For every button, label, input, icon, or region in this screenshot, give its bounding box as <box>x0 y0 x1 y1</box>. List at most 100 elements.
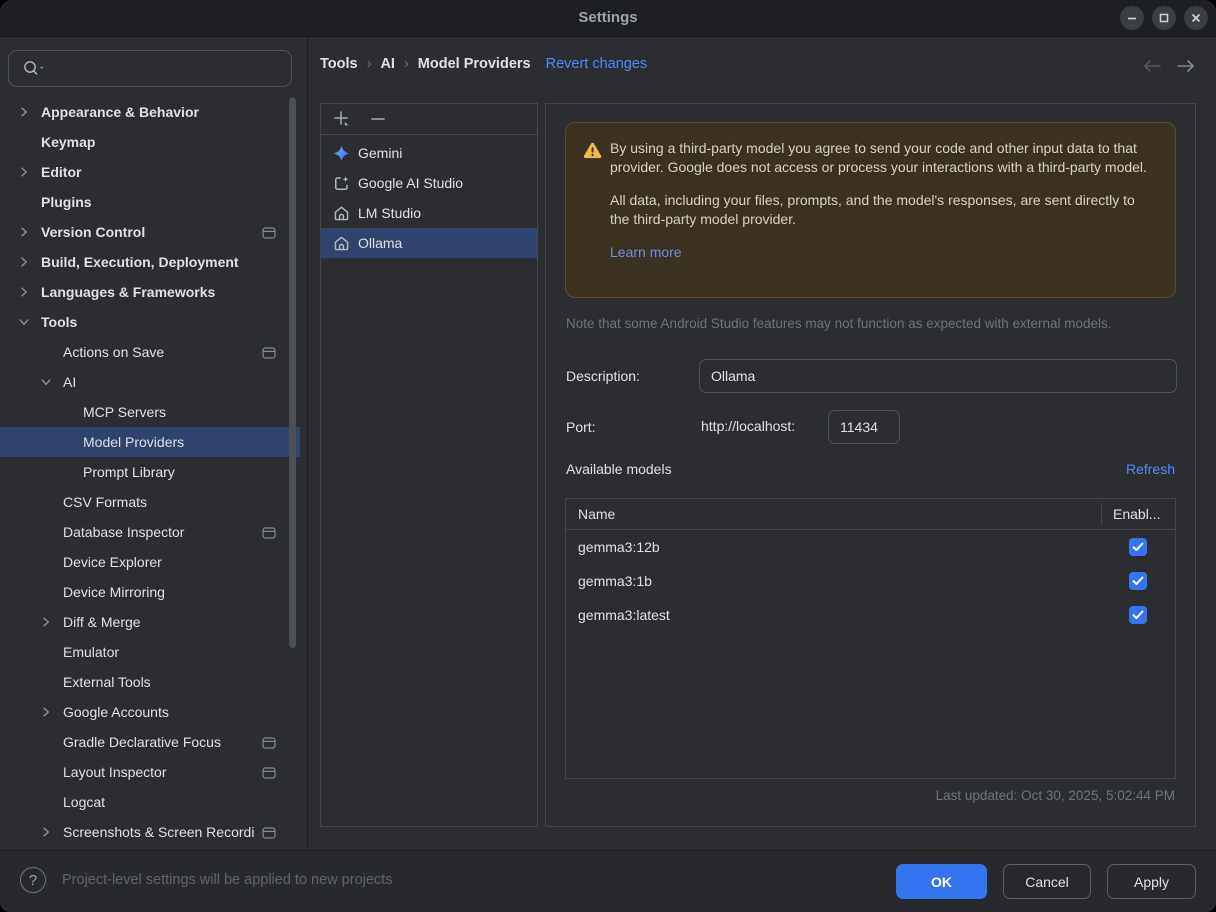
forward-arrow-icon[interactable] <box>1176 56 1196 76</box>
sidebar-item-diff-merge[interactable]: Diff & Merge <box>0 607 300 637</box>
learn-more-link[interactable]: Learn more <box>610 244 682 260</box>
search-input[interactable] <box>53 52 287 87</box>
breadcrumb-model-providers[interactable]: Model Providers <box>418 56 531 72</box>
sidebar-item-label: Device Mirroring <box>63 584 165 600</box>
add-provider-button[interactable] <box>333 110 351 128</box>
sidebar-item-google-accounts[interactable]: Google Accounts <box>0 697 300 727</box>
settings-tree: Appearance & BehaviorKeymap Editor Plugins… <box>0 97 300 847</box>
sidebar-item-label: Layout Inspector <box>63 764 167 780</box>
chevron-down-icon[interactable] <box>36 374 56 390</box>
sidebar-item-label: Build, Execution, Deployment <box>41 254 239 270</box>
model-enabled-checkbox[interactable] <box>1129 538 1147 556</box>
model-row-gemma3-1b[interactable]: gemma3:1b <box>566 564 1175 598</box>
sidebar-item-label: Gradle Declarative Focus <box>63 734 221 750</box>
models-table-header: Name Enabl... <box>566 499 1175 530</box>
home-icon <box>332 204 350 222</box>
description-field[interactable] <box>699 359 1177 393</box>
provider-item-ollama[interactable]: Ollama <box>321 228 537 258</box>
back-arrow-icon[interactable] <box>1142 56 1162 76</box>
chevron-right-icon[interactable] <box>14 164 34 180</box>
sidebar-item-plugins[interactable]: Plugins <box>0 187 300 217</box>
sidebar-item-ai[interactable]: AI <box>0 367 300 397</box>
sidebar-item-build-execution-deployment[interactable]: Build, Execution, Deployment <box>0 247 300 277</box>
sidebar-item-layout-inspector[interactable]: Layout Inspector <box>0 757 300 787</box>
sidebar-item-logcat[interactable]: Logcat <box>0 787 300 817</box>
sidebar-item-database-inspector[interactable]: Database Inspector <box>0 517 300 547</box>
sidebar-item-label: MCP Servers <box>83 404 166 420</box>
chevron-right-icon[interactable] <box>14 224 34 240</box>
sidebar-item-label: Actions on Save <box>63 344 164 360</box>
cancel-button[interactable]: Cancel <box>1003 864 1091 899</box>
chevron-right-icon[interactable] <box>14 284 34 300</box>
warning-text: By using a third-party model you agree t… <box>610 139 1153 262</box>
model-row-gemma3-12b[interactable]: gemma3:12b <box>566 530 1175 564</box>
provider-item-google-ai-studio[interactable]: Google AI Studio <box>321 168 537 198</box>
sidebar-item-gradle-declarative-focus[interactable]: Gradle Declarative Focus <box>0 727 300 757</box>
sidebar-item-languages-frameworks[interactable]: Languages & Frameworks <box>0 277 300 307</box>
sidebar-item-label: Tools <box>41 314 77 330</box>
maximize-button[interactable] <box>1152 6 1176 30</box>
help-icon[interactable]: ? <box>20 867 46 893</box>
sidebar-item-mcp-servers[interactable]: MCP Servers <box>0 397 300 427</box>
sidebar-item-keymap[interactable]: Keymap <box>0 127 300 157</box>
close-button[interactable] <box>1184 6 1208 30</box>
refresh-link[interactable]: Refresh <box>1126 461 1175 477</box>
provider-item-gemini[interactable]: Gemini <box>321 138 537 168</box>
sidebar-item-tools[interactable]: Tools <box>0 307 300 337</box>
sidebar-item-editor[interactable]: Editor <box>0 157 300 187</box>
sidebar-item-external-tools[interactable]: External Tools <box>0 667 300 697</box>
chevron-down-icon[interactable] <box>14 314 34 330</box>
model-row-gemma3-latest[interactable]: gemma3:latest <box>566 598 1175 632</box>
chevron-spacer <box>36 554 56 570</box>
model-name: gemma3:12b <box>566 539 660 555</box>
search-box[interactable] <box>8 50 292 87</box>
chevron-spacer <box>36 764 56 780</box>
breadcrumb-tools[interactable]: Tools <box>320 56 358 72</box>
port-field[interactable] <box>828 410 900 444</box>
ok-button[interactable]: OK <box>896 864 987 899</box>
minimize-button[interactable] <box>1120 6 1144 30</box>
sidebar-divider <box>307 37 308 850</box>
sidebar-item-prompt-library[interactable]: Prompt Library <box>0 457 300 487</box>
remove-provider-button[interactable] <box>369 110 387 128</box>
model-name: gemma3:latest <box>566 607 670 623</box>
breadcrumb-separator: › <box>367 56 372 72</box>
apply-button[interactable]: Apply <box>1107 864 1196 899</box>
sidebar-item-csv-formats[interactable]: CSV Formats <box>0 487 300 517</box>
sidebar-item-emulator[interactable]: Emulator <box>0 637 300 667</box>
ide-settings-icon <box>262 766 276 782</box>
sidebar-item-label: Model Providers <box>83 434 184 450</box>
chevron-right-icon[interactable] <box>36 704 56 720</box>
sidebar-item-model-providers[interactable]: Model Providers <box>0 427 300 457</box>
provider-detail-panel: By using a third-party model you agree t… <box>545 103 1196 827</box>
sidebar-item-actions-on-save[interactable]: Actions on Save <box>0 337 300 367</box>
chevron-right-icon[interactable] <box>14 254 34 270</box>
sidebar-item-screenshots-screen-recordi[interactable]: Screenshots & Screen Recordi <box>0 817 300 847</box>
model-enabled-checkbox[interactable] <box>1129 606 1147 624</box>
model-enabled-checkbox[interactable] <box>1129 572 1147 590</box>
sidebar-item-appearance-behavior[interactable]: Appearance & Behavior <box>0 97 300 127</box>
breadcrumb-ai[interactable]: AI <box>380 56 395 72</box>
chevron-spacer <box>36 674 56 690</box>
column-divider[interactable] <box>1101 503 1102 525</box>
provider-item-lm-studio[interactable]: LM Studio <box>321 198 537 228</box>
sidebar-scrollbar[interactable] <box>289 97 296 648</box>
provider-toolbar <box>321 104 537 135</box>
sidebar-item-version-control[interactable]: Version Control <box>0 217 300 247</box>
localhost-prefix: http://localhost: <box>701 418 795 434</box>
chevron-right-icon[interactable] <box>36 614 56 630</box>
sidebar-item-label: Plugins <box>41 194 92 210</box>
revert-changes-link[interactable]: Revert changes <box>546 56 648 72</box>
chevron-right-icon[interactable] <box>36 824 56 840</box>
ai-studio-icon <box>332 174 350 192</box>
close-icon <box>1190 12 1202 24</box>
sidebar-item-device-mirroring[interactable]: Device Mirroring <box>0 577 300 607</box>
warning-paragraph-1: By using a third-party model you agree t… <box>610 139 1153 177</box>
sidebar-item-label: Editor <box>41 164 81 180</box>
chevron-spacer <box>36 794 56 810</box>
sidebar-item-device-explorer[interactable]: Device Explorer <box>0 547 300 577</box>
chevron-right-icon[interactable] <box>14 104 34 120</box>
column-name: Name <box>566 506 615 522</box>
model-name: gemma3:1b <box>566 573 652 589</box>
project-level-note: Project-level settings will be applied t… <box>62 872 392 888</box>
